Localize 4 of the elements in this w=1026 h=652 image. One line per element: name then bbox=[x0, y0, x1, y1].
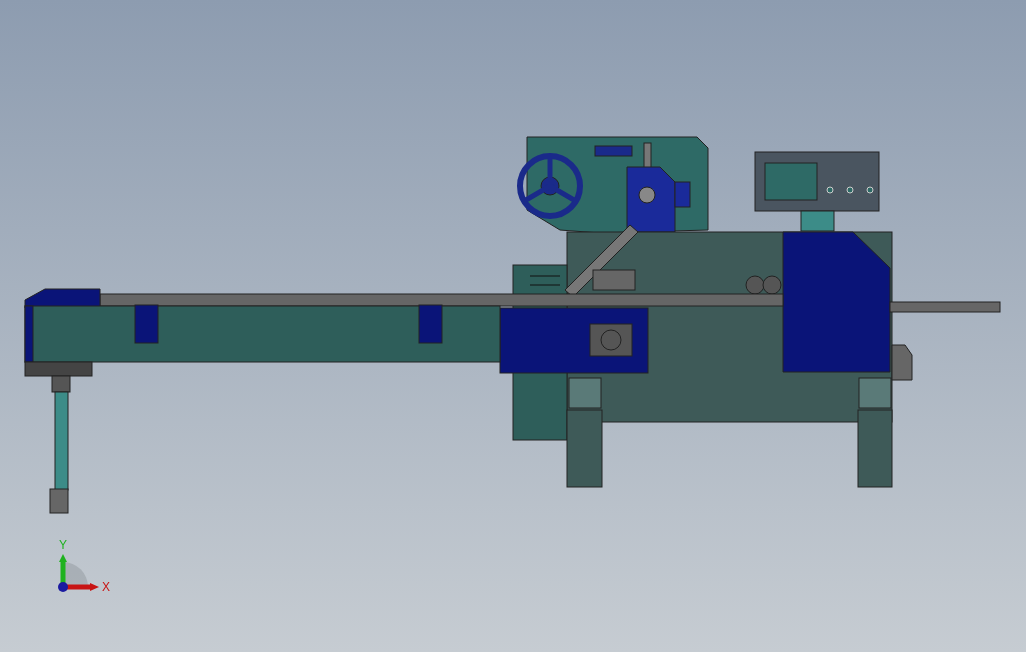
quarter-arc-icon bbox=[63, 562, 88, 587]
axis-label: X bbox=[102, 580, 110, 595]
origin-dot-icon bbox=[58, 582, 68, 592]
axis-label: Y bbox=[59, 538, 67, 553]
